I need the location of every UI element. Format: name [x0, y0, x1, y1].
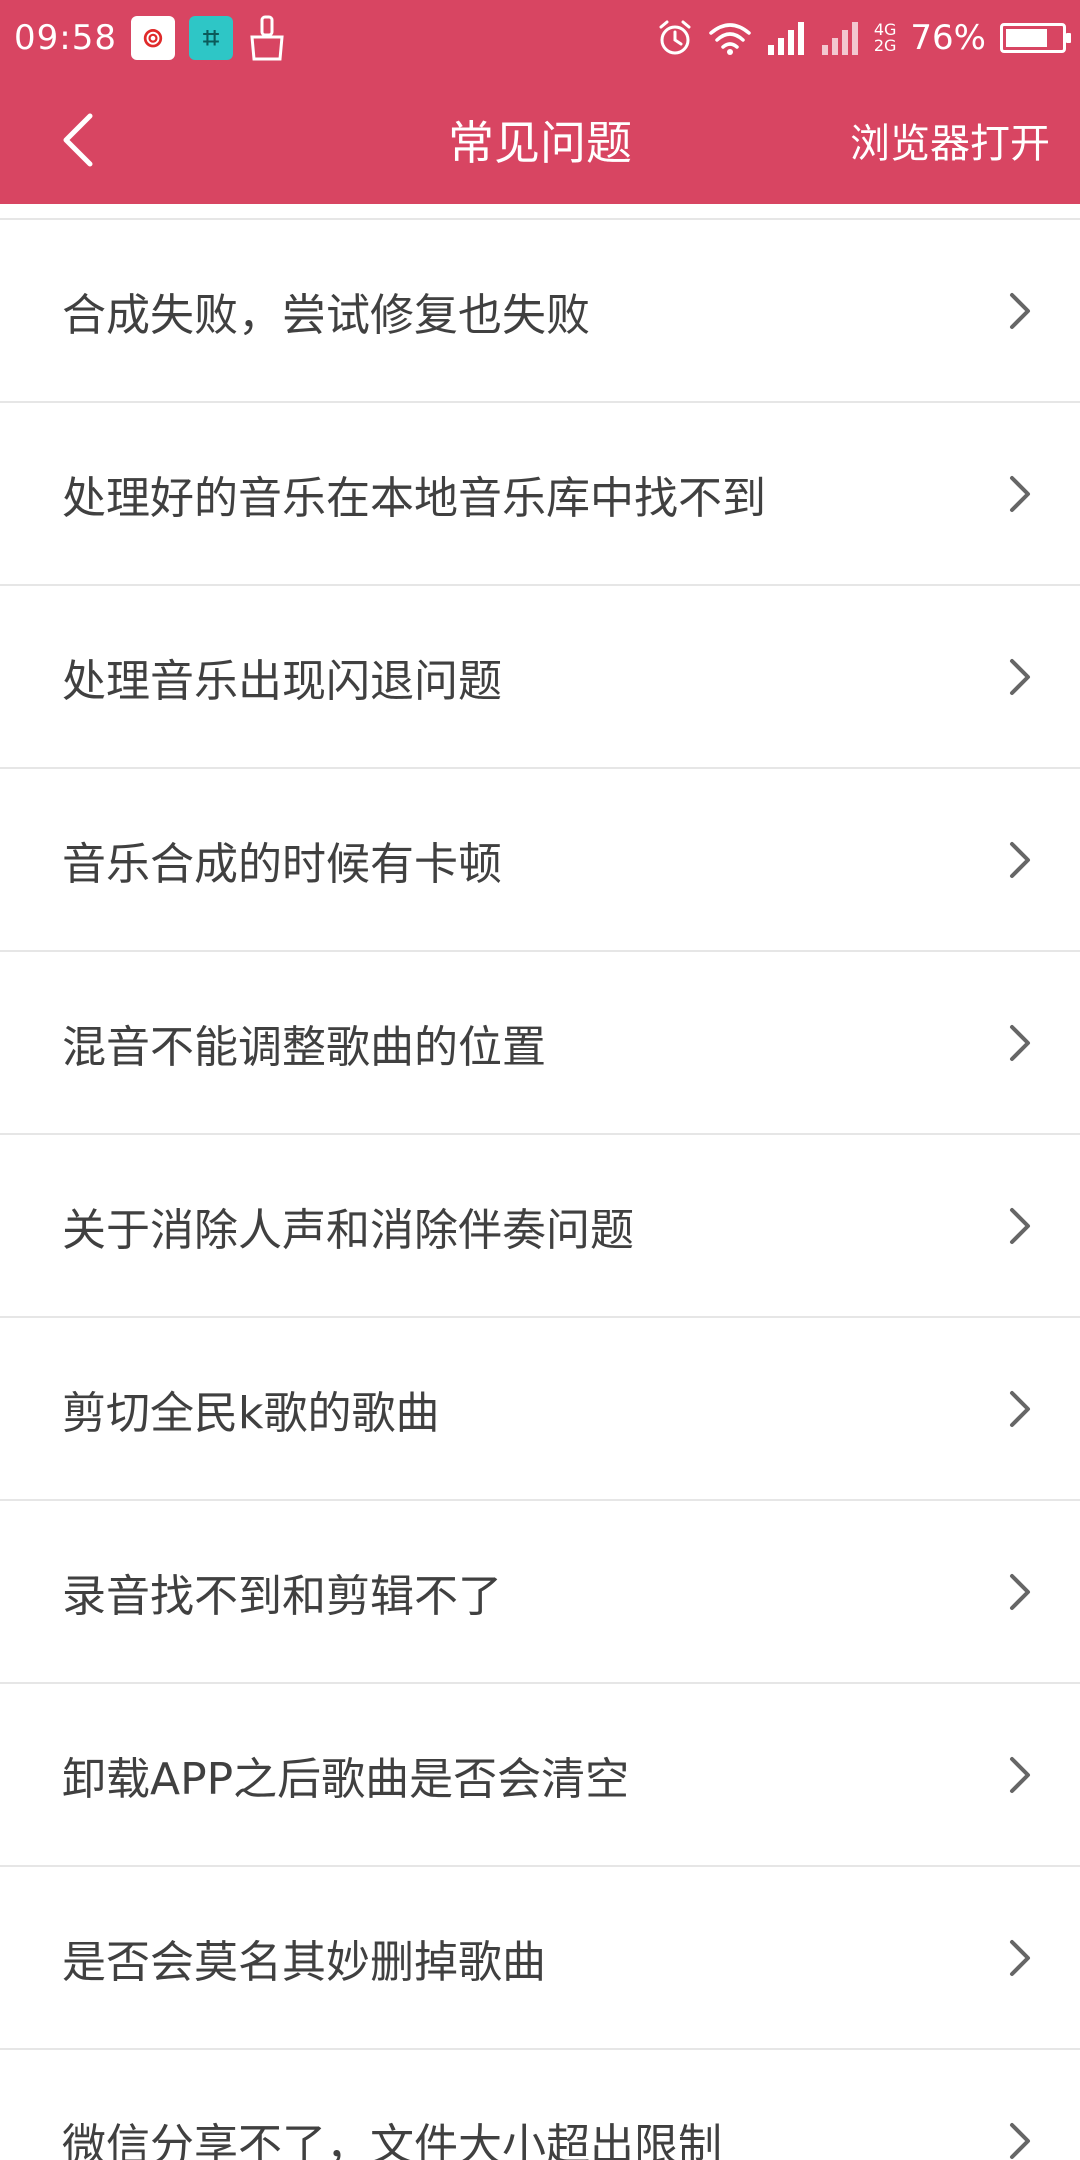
battery-icon	[1000, 23, 1071, 53]
status-time: 09:58	[14, 18, 117, 58]
faq-item-label: 剪切全民k歌的歌曲	[62, 1387, 440, 1439]
scan-notification-icon: ⌗	[188, 16, 233, 60]
network-type-bottom: 2G	[873, 36, 897, 55]
faq-item-label: 录音找不到和剪辑不了	[62, 1570, 502, 1622]
app-bar: 常见问题 浏览器打开	[0, 76, 1080, 204]
faq-item-label: 合成失败，尝试修复也失败	[62, 289, 590, 341]
alarm-icon	[656, 19, 694, 57]
chevron-right-icon	[1006, 2119, 1036, 2160]
faq-item[interactable]: 关于消除人声和消除伴奏问题	[0, 1135, 1080, 1318]
open-in-browser-button[interactable]: 浏览器打开	[850, 76, 1050, 204]
status-bar: 09:58 ⊚ ⌗ 4G 2G 76%	[0, 0, 1080, 76]
faq-item[interactable]: 录音找不到和剪辑不了	[0, 1501, 1080, 1684]
secondary-signal-icon	[820, 21, 860, 55]
faq-list: 合成失败，尝试修复也失败 处理好的音乐在本地音乐库中找不到 处理音乐出现闪退问题…	[0, 204, 1080, 2160]
chevron-right-icon	[1006, 838, 1036, 882]
faq-item-label: 处理音乐出现闪退问题	[62, 655, 502, 707]
faq-item[interactable]: 音乐合成的时候有卡顿	[0, 769, 1080, 952]
chevron-right-icon	[1006, 289, 1036, 333]
chevron-right-icon	[1006, 1753, 1036, 1797]
faq-item[interactable]: 处理好的音乐在本地音乐库中找不到	[0, 403, 1080, 586]
faq-item[interactable]: 卸载APP之后歌曲是否会清空	[0, 1684, 1080, 1867]
faq-item[interactable]: 是否会莫名其妙删掉歌曲	[0, 1867, 1080, 2050]
faq-item-label: 音乐合成的时候有卡顿	[62, 838, 502, 890]
status-left: 09:58 ⊚ ⌗	[14, 15, 287, 61]
faq-item[interactable]: 处理音乐出现闪退问题	[0, 586, 1080, 769]
battery-fill	[1006, 29, 1048, 47]
network-type-indicator: 4G 2G	[874, 22, 897, 54]
faq-item-label: 关于消除人声和消除伴奏问题	[62, 1204, 634, 1256]
netease-music-notification-icon: ⊚	[130, 16, 175, 60]
status-right: 4G 2G 76%	[656, 18, 1071, 58]
chevron-right-icon	[1006, 1021, 1036, 1065]
wifi-icon	[708, 21, 752, 55]
chevron-right-icon	[1006, 1936, 1036, 1980]
chevron-right-icon	[1006, 1570, 1036, 1614]
signal-strength-icon	[766, 21, 806, 55]
faq-item-label: 混音不能调整歌曲的位置	[62, 1021, 546, 1073]
battery-percent: 76%	[910, 18, 986, 58]
faq-item[interactable]: 微信分享不了，文件大小超出限制	[0, 2050, 1080, 2160]
list-top-divider	[0, 204, 1080, 220]
faq-item[interactable]: 合成失败，尝试修复也失败	[0, 220, 1080, 403]
broom-cleaner-icon	[247, 15, 287, 61]
faq-item-label: 卸载APP之后歌曲是否会清空	[62, 1753, 630, 1805]
faq-item[interactable]: 剪切全民k歌的歌曲	[0, 1318, 1080, 1501]
chevron-right-icon	[1006, 472, 1036, 516]
faq-item-label: 是否会莫名其妙删掉歌曲	[62, 1936, 546, 1988]
faq-item[interactable]: 混音不能调整歌曲的位置	[0, 952, 1080, 1135]
chevron-right-icon	[1006, 1387, 1036, 1431]
faq-item-label: 微信分享不了，文件大小超出限制	[62, 2119, 722, 2160]
chevron-right-icon	[1006, 1204, 1036, 1248]
faq-item-label: 处理好的音乐在本地音乐库中找不到	[62, 472, 766, 524]
chevron-right-icon	[1006, 655, 1036, 699]
